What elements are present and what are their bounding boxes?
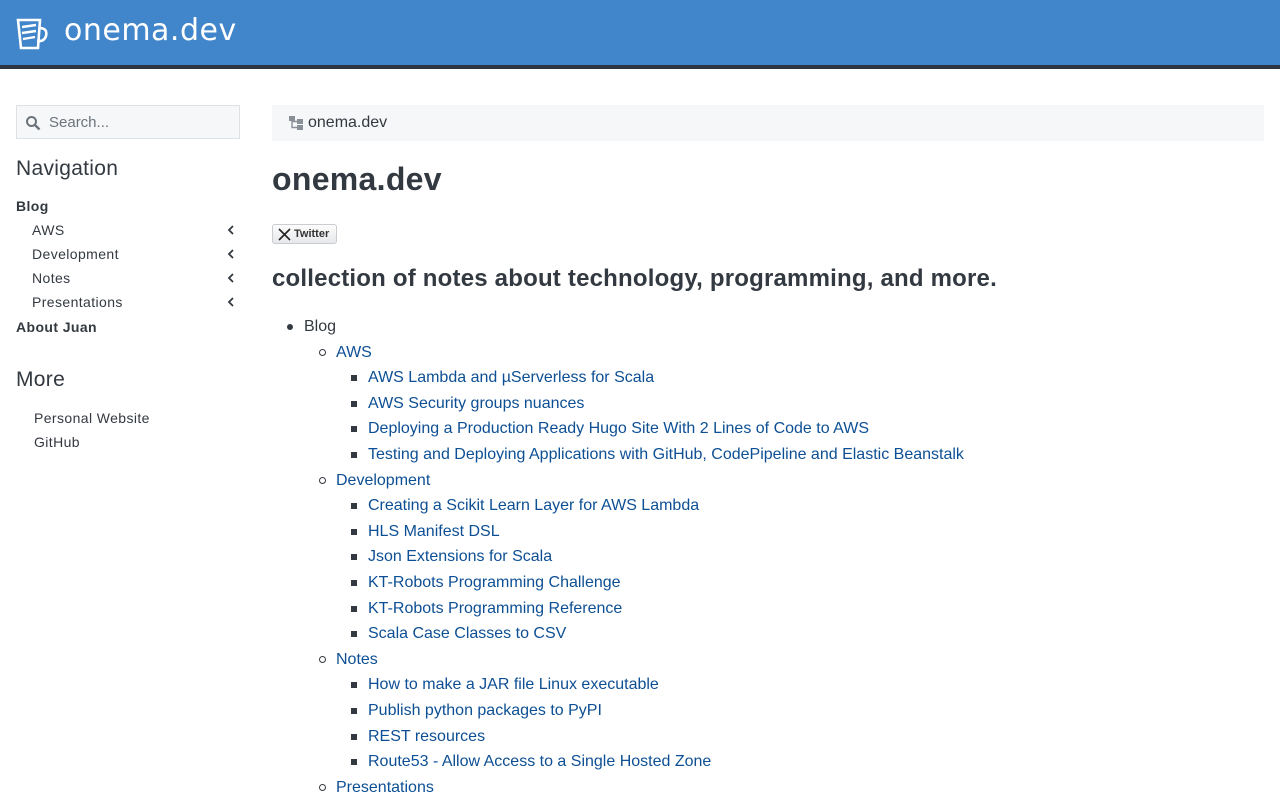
- list-item: Route53 - Allow Access to a Single Hoste…: [336, 749, 1264, 775]
- post-link[interactable]: Publish python packages to PyPI: [368, 702, 602, 719]
- navigation-heading: Navigation: [16, 157, 119, 180]
- sidebar-item-label: Notes: [32, 270, 71, 286]
- sidebar-item-blog[interactable]: Blog: [16, 196, 240, 216]
- personal-website-link[interactable]: Personal Website: [34, 408, 150, 428]
- sidebar-item-aws[interactable]: AWS: [32, 220, 240, 240]
- bullet-square: [351, 682, 357, 689]
- list-item: Development Creating a Scikit Learn Laye…: [304, 468, 1264, 647]
- post-link[interactable]: Route53 - Allow Access to a Single Hoste…: [368, 753, 711, 770]
- list-item: AWS Lambda and µServerless for Scala: [336, 365, 1264, 391]
- post-link[interactable]: AWS Security groups nuances: [368, 395, 584, 412]
- list-item: Scala Case Classes to CSV: [336, 621, 1264, 647]
- sidebar-item-notes[interactable]: Notes: [32, 268, 240, 288]
- list-item: REST resources: [336, 724, 1264, 750]
- section-link-aws[interactable]: AWS: [336, 344, 372, 361]
- list-item: KT-Robots Programming Challenge: [336, 570, 1264, 596]
- list-item: Presentations: [304, 775, 1264, 800]
- post-link[interactable]: KT-Robots Programming Challenge: [368, 574, 621, 591]
- bullet-square: [351, 503, 357, 510]
- post-link[interactable]: AWS Lambda and µServerless for Scala: [368, 369, 654, 386]
- chevron-left-icon[interactable]: [226, 297, 236, 307]
- search-input[interactable]: [49, 106, 237, 138]
- section-link-development[interactable]: Development: [336, 472, 430, 489]
- bullet-square: [351, 426, 357, 433]
- bullet-square: [351, 759, 357, 766]
- post-link[interactable]: Testing and Deploying Applications with …: [368, 446, 964, 463]
- bullet-square: [351, 528, 357, 535]
- sitemap-icon: [289, 116, 303, 130]
- list-item: KT-Robots Programming Reference: [336, 596, 1264, 622]
- page-subtitle: collection of notes about technology, pr…: [272, 265, 997, 292]
- github-link[interactable]: GitHub: [34, 432, 80, 452]
- section-link-presentations[interactable]: Presentations: [336, 779, 434, 796]
- bullet-disc: [287, 324, 293, 330]
- bullet-square: [351, 707, 357, 714]
- post-link[interactable]: REST resources: [368, 728, 485, 745]
- post-link[interactable]: KT-Robots Programming Reference: [368, 600, 622, 617]
- sidebar-item-about-juan[interactable]: About Juan: [16, 317, 240, 337]
- post-link[interactable]: Json Extensions for Scala: [368, 548, 552, 565]
- list-item: Testing and Deploying Applications with …: [336, 442, 1264, 468]
- post-link[interactable]: Scala Case Classes to CSV: [368, 625, 566, 642]
- search-icon: [26, 116, 41, 131]
- bullet-circle: [319, 476, 326, 484]
- sidebar-item-development[interactable]: Development: [32, 244, 240, 264]
- list-item: AWS Security groups nuances: [336, 391, 1264, 417]
- list-item: Notes How to make a JAR file Linux execu…: [304, 647, 1264, 775]
- chevron-left-icon[interactable]: [226, 249, 236, 259]
- coffee-cup-icon[interactable]: [16, 17, 49, 50]
- sidebar-item-presentations[interactable]: Presentations: [32, 292, 240, 312]
- list-item: How to make a JAR file Linux executable: [336, 672, 1264, 698]
- sidebar-item-label: About Juan: [16, 319, 97, 335]
- tweet-button-label: Twitter: [294, 228, 330, 240]
- breadcrumb: onema.dev: [272, 105, 1264, 141]
- list-item: Deploying a Production Ready Hugo Site W…: [336, 416, 1264, 442]
- more-heading: More: [16, 368, 66, 391]
- list-item: Json Extensions for Scala: [336, 544, 1264, 570]
- bullet-square: [351, 579, 357, 586]
- bullet-circle: [319, 348, 326, 356]
- breadcrumb-item[interactable]: onema.dev: [308, 114, 387, 132]
- list-item: AWS AWS Lambda and µServerless for Scala…: [304, 340, 1264, 468]
- site-title[interactable]: onema.dev: [64, 13, 237, 48]
- page-title: onema.dev: [272, 161, 442, 197]
- bullet-circle: [319, 655, 326, 663]
- bullet-square: [351, 554, 357, 561]
- chevron-left-icon[interactable]: [226, 225, 236, 235]
- bullet-square: [351, 400, 357, 407]
- tweet-button[interactable]: Twitter: [272, 224, 337, 244]
- bullet-square: [351, 605, 357, 612]
- site-header: onema.dev: [0, 0, 1280, 69]
- list-item: Publish python packages to PyPI: [336, 698, 1264, 724]
- search-box: [16, 105, 240, 139]
- post-link[interactable]: HLS Manifest DSL: [368, 523, 500, 540]
- post-link[interactable]: How to make a JAR file Linux executable: [368, 676, 659, 693]
- list-item: Blog AWS AWS Lambda and µServerless for …: [272, 314, 1264, 800]
- tree-root-label: Blog: [304, 318, 337, 335]
- sidebar-item-label: Development: [32, 246, 119, 262]
- bullet-square: [351, 375, 357, 382]
- x-logo-icon: [278, 228, 291, 241]
- post-link[interactable]: Creating a Scikit Learn Layer for AWS La…: [368, 497, 699, 514]
- sidebar-item-label: Presentations: [32, 294, 123, 310]
- sidebar: Navigation Blog AWS Development Notes Pr…: [16, 105, 240, 450]
- list-item: HLS Manifest DSL: [336, 519, 1264, 545]
- bullet-square: [351, 733, 357, 740]
- post-link[interactable]: Deploying a Production Ready Hugo Site W…: [368, 420, 869, 437]
- section-link-notes[interactable]: Notes: [336, 651, 378, 668]
- post-tree: Blog AWS AWS Lambda and µServerless for …: [272, 314, 1264, 800]
- chevron-left-icon[interactable]: [226, 273, 236, 283]
- bullet-square: [351, 451, 357, 458]
- bullet-circle: [319, 783, 326, 791]
- sidebar-item-label: AWS: [32, 222, 65, 238]
- sidebar-item-label: Blog: [16, 198, 49, 214]
- bullet-square: [351, 631, 357, 638]
- list-item: Creating a Scikit Learn Layer for AWS La…: [336, 493, 1264, 519]
